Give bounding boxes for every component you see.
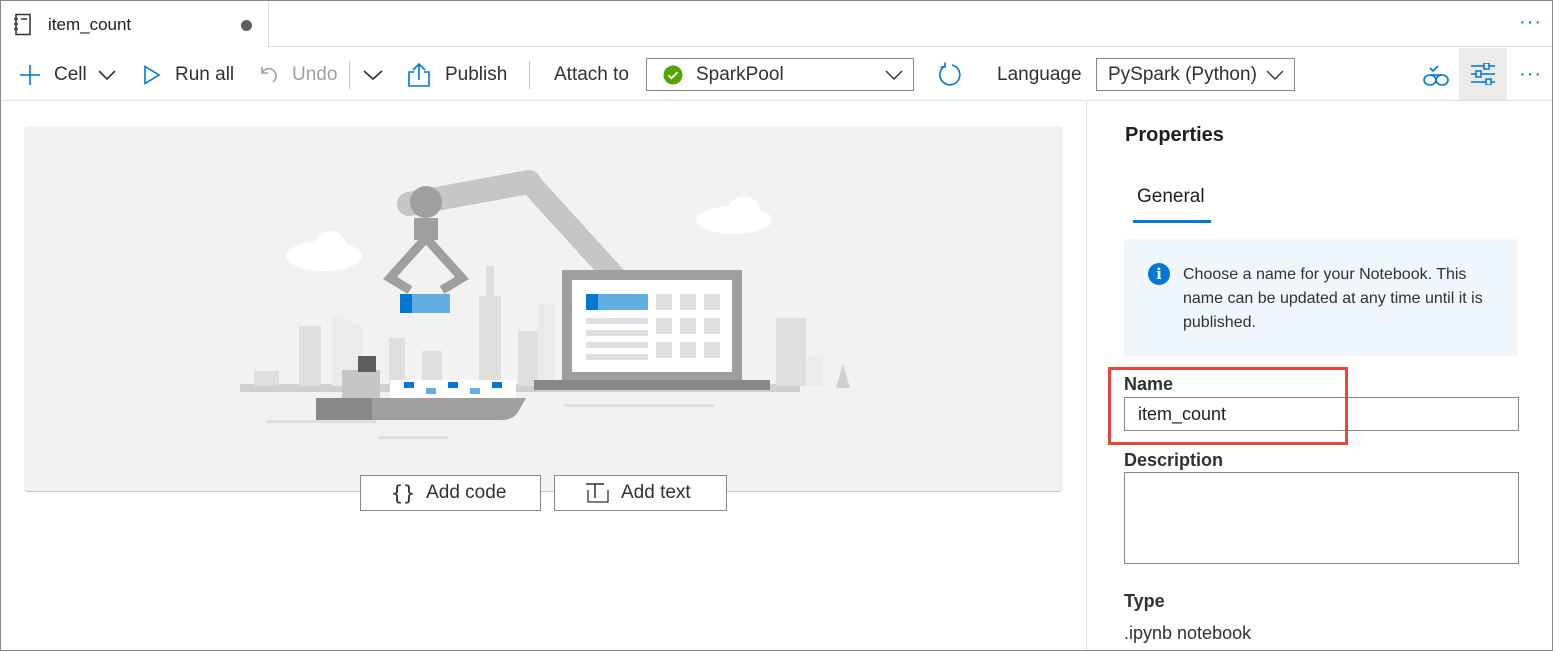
publish-button[interactable]: Publish [406, 48, 507, 101]
publish-icon [408, 62, 430, 87]
language-select[interactable]: PySpark (Python) [1096, 58, 1295, 91]
chevron-down-icon [885, 70, 903, 80]
sliders-icon [1471, 63, 1495, 85]
properties-panel: Properties General i Choose a name for y… [1086, 102, 1552, 650]
toolbar-more-button[interactable]: ··· [1519, 48, 1542, 101]
braces-icon: {} [391, 481, 416, 505]
toolbar: Cell Run all Undo Publish Attach to Spar… [1, 48, 1552, 101]
properties-title: Properties [1125, 124, 1224, 146]
unsaved-indicator [241, 20, 252, 31]
factory-illustration [240, 170, 850, 439]
attach-to-label: Attach to [554, 63, 629, 85]
language-label: Language [997, 63, 1082, 85]
tab-general[interactable]: General [1137, 186, 1205, 208]
empty-notebook-illustration [24, 126, 1063, 492]
name-input[interactable] [1124, 397, 1519, 431]
tab-notebook[interactable]: item_count [1, 1, 269, 48]
toolbar-divider [529, 61, 530, 89]
undo-label: Undo [292, 63, 338, 85]
undo-icon [261, 66, 277, 83]
type-label: Type [1124, 591, 1165, 611]
refresh-button[interactable] [937, 48, 963, 101]
language-value: PySpark (Python) [1108, 63, 1257, 85]
tab-title: item_count [48, 15, 132, 34]
add-code-button[interactable]: {} Add code [360, 475, 541, 511]
toolbar-divider [349, 61, 350, 89]
add-text-label: Add text [621, 482, 691, 503]
variables-button[interactable] [1422, 48, 1450, 101]
description-textarea[interactable] [1124, 472, 1519, 564]
properties-toggle-button[interactable] [1459, 48, 1507, 100]
info-message: i Choose a name for your Notebook. This … [1124, 239, 1517, 356]
check-circle-icon [663, 65, 683, 84]
attach-to-value: SparkPool [696, 63, 784, 85]
refresh-icon [939, 62, 961, 85]
type-value: .ipynb notebook [1124, 623, 1252, 643]
info-text: Choose a name for your Notebook. This na… [1183, 266, 1483, 331]
run-all-button[interactable]: Run all [143, 48, 234, 101]
chevron-down-icon [1266, 70, 1284, 80]
info-icon: i [1148, 263, 1170, 285]
notebook-icon [14, 13, 31, 36]
tab-bar: item_count ··· [1, 1, 1552, 48]
chevron-down-icon [98, 69, 116, 80]
add-cell-button[interactable]: Cell [19, 48, 116, 101]
add-code-label: Add code [426, 482, 507, 503]
text-box-icon [586, 483, 609, 503]
tab-active-indicator [1133, 220, 1211, 223]
name-label: Name [1124, 374, 1174, 394]
publish-label: Publish [445, 63, 508, 85]
attach-to-select[interactable]: SparkPool [646, 58, 914, 91]
chevron-down-icon [363, 69, 383, 80]
plus-icon [20, 64, 40, 85]
tab-more-button[interactable]: ··· [1519, 11, 1542, 34]
add-text-button[interactable]: Add text [554, 475, 727, 511]
description-label: Description [1124, 450, 1224, 470]
cell-label: Cell [54, 63, 87, 85]
play-icon [144, 64, 161, 85]
more-actions-dropdown[interactable] [363, 48, 383, 101]
undo-button[interactable]: Undo [257, 48, 337, 101]
variables-icon [1423, 64, 1449, 86]
run-all-label: Run all [175, 63, 235, 85]
